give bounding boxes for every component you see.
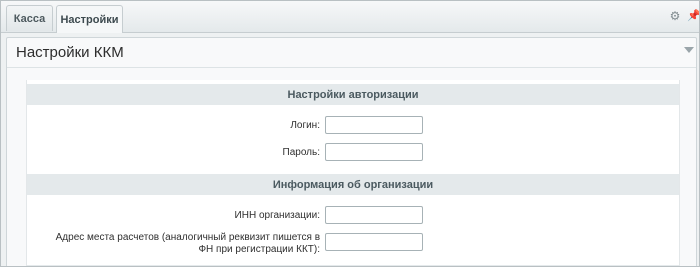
login-label: Логин: [290,120,320,131]
section-header-auth: Настройки авторизации [27,84,679,105]
login-input[interactable] [325,116,423,134]
address-label: Адрес места расчетов (аналогичный реквиз… [55,232,320,255]
tab-bar: Касса Настройки ⚙ 📌 [1,1,699,33]
pin-icon[interactable]: 📌 [687,9,699,23]
tab-settings[interactable]: Настройки [56,5,123,33]
address-input[interactable] [325,233,423,251]
form-content: Настройки авторизации Логин: Пароль: Инф… [26,80,680,266]
tab-kassa[interactable]: Касса [6,5,53,31]
triangle-down-icon[interactable] [684,47,694,53]
gear-icon[interactable]: ⚙ [668,9,682,23]
app-window: Касса Настройки ⚙ 📌 Настройки ККМ Настро… [0,0,700,267]
inn-label: ИНН организации: [234,210,320,221]
password-label: Пароль: [282,147,320,158]
section-header-org: Информация об организации [27,174,679,195]
inn-input[interactable] [325,206,423,224]
panel-title: Настройки ККМ [16,44,124,61]
settings-panel: Настройки ККМ Настройки авторизации Логи… [6,37,697,266]
password-input[interactable] [325,143,423,161]
panel-divider [7,67,696,68]
